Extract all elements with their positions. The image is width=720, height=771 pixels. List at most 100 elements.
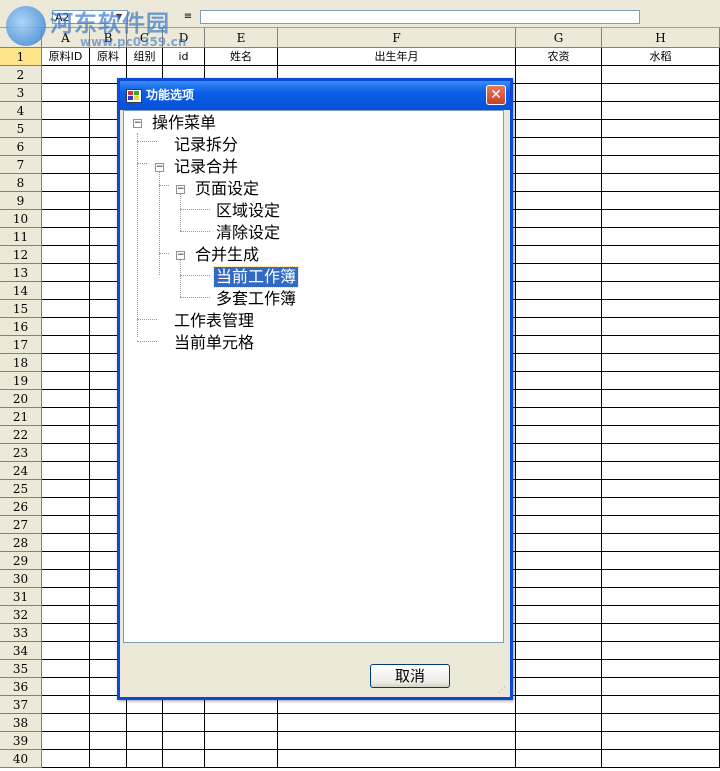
table-cell[interactable]	[42, 282, 90, 300]
row-header[interactable]: 28	[0, 534, 42, 552]
table-cell[interactable]	[602, 750, 720, 768]
table-cell[interactable]	[602, 426, 720, 444]
table-cell[interactable]	[516, 84, 602, 102]
table-cell[interactable]	[516, 606, 602, 624]
table-cell[interactable]	[205, 714, 278, 732]
table-cell[interactable]	[163, 732, 205, 750]
table-cell[interactable]	[516, 624, 602, 642]
column-header-g[interactable]: G	[516, 28, 602, 48]
table-cell[interactable]	[516, 678, 602, 696]
table-cell[interactable]	[516, 372, 602, 390]
row-header[interactable]: 36	[0, 678, 42, 696]
table-cell[interactable]	[602, 714, 720, 732]
collapse-icon[interactable]: −	[133, 119, 142, 128]
table-cell[interactable]	[602, 732, 720, 750]
table-cell[interactable]	[42, 426, 90, 444]
table-cell[interactable]	[42, 588, 90, 606]
table-cell[interactable]	[602, 138, 720, 156]
table-cell[interactable]	[42, 318, 90, 336]
table-cell[interactable]	[602, 462, 720, 480]
table-cell[interactable]	[42, 84, 90, 102]
table-cell[interactable]	[42, 390, 90, 408]
row-header[interactable]: 22	[0, 426, 42, 444]
row-header[interactable]: 21	[0, 408, 42, 426]
table-cell[interactable]	[516, 390, 602, 408]
table-cell[interactable]	[602, 642, 720, 660]
tree-item-merge-generate[interactable]: 合并生成	[193, 245, 261, 265]
dialog-titlebar[interactable]: 功能选项 ✕	[120, 81, 510, 110]
row-header[interactable]: 38	[0, 714, 42, 732]
column-header-c[interactable]: C	[127, 28, 163, 48]
table-cell[interactable]	[602, 408, 720, 426]
header-cell[interactable]: 姓名	[205, 48, 278, 66]
table-cell[interactable]	[602, 300, 720, 318]
table-cell[interactable]	[516, 660, 602, 678]
row-header[interactable]: 2	[0, 66, 42, 84]
table-cell[interactable]	[42, 138, 90, 156]
column-header-f[interactable]: F	[278, 28, 516, 48]
row-header[interactable]: 17	[0, 336, 42, 354]
table-cell[interactable]	[516, 156, 602, 174]
table-cell[interactable]	[602, 696, 720, 714]
table-cell[interactable]	[516, 192, 602, 210]
collapse-icon[interactable]: −	[155, 163, 164, 172]
table-cell[interactable]	[602, 66, 720, 84]
row-header[interactable]: 30	[0, 570, 42, 588]
table-cell[interactable]	[516, 498, 602, 516]
table-cell[interactable]	[516, 354, 602, 372]
cancel-button[interactable]: 取消	[370, 664, 450, 688]
table-cell[interactable]	[516, 282, 602, 300]
table-cell[interactable]	[516, 516, 602, 534]
table-cell[interactable]	[205, 750, 278, 768]
row-header[interactable]: 19	[0, 372, 42, 390]
table-cell[interactable]	[42, 300, 90, 318]
table-cell[interactable]	[42, 552, 90, 570]
table-cell[interactable]	[602, 606, 720, 624]
table-cell[interactable]	[42, 372, 90, 390]
table-cell[interactable]	[602, 390, 720, 408]
table-cell[interactable]	[42, 174, 90, 192]
row-header[interactable]: 25	[0, 480, 42, 498]
close-button[interactable]: ✕	[486, 85, 506, 105]
table-cell[interactable]	[42, 120, 90, 138]
table-cell[interactable]	[42, 462, 90, 480]
row-header[interactable]: 27	[0, 516, 42, 534]
table-cell[interactable]	[516, 588, 602, 606]
table-cell[interactable]	[42, 534, 90, 552]
table-cell[interactable]	[278, 732, 516, 750]
header-cell[interactable]: 出生年月	[278, 48, 516, 66]
table-cell[interactable]	[90, 750, 127, 768]
tree-item-merge[interactable]: 记录合并	[172, 157, 240, 177]
table-cell[interactable]	[602, 678, 720, 696]
row-header[interactable]: 20	[0, 390, 42, 408]
table-cell[interactable]	[90, 732, 127, 750]
table-cell[interactable]	[602, 354, 720, 372]
table-cell[interactable]	[42, 354, 90, 372]
table-cell[interactable]	[602, 84, 720, 102]
row-header[interactable]: 33	[0, 624, 42, 642]
column-header-h[interactable]: H	[602, 28, 720, 48]
table-cell[interactable]	[602, 498, 720, 516]
table-cell[interactable]	[42, 624, 90, 642]
table-cell[interactable]	[516, 264, 602, 282]
table-cell[interactable]	[516, 318, 602, 336]
table-cell[interactable]	[516, 426, 602, 444]
table-cell[interactable]	[602, 102, 720, 120]
row-header[interactable]: 31	[0, 588, 42, 606]
collapse-icon[interactable]: −	[176, 251, 185, 260]
table-cell[interactable]	[42, 660, 90, 678]
table-cell[interactable]	[42, 480, 90, 498]
table-cell[interactable]	[42, 264, 90, 282]
table-cell[interactable]	[42, 210, 90, 228]
table-cell[interactable]	[602, 624, 720, 642]
table-cell[interactable]	[42, 408, 90, 426]
table-cell[interactable]	[42, 498, 90, 516]
header-cell[interactable]: 组别	[127, 48, 163, 66]
table-cell[interactable]	[42, 66, 90, 84]
table-cell[interactable]	[42, 714, 90, 732]
table-cell[interactable]	[602, 318, 720, 336]
table-cell[interactable]	[205, 732, 278, 750]
row-header[interactable]: 35	[0, 660, 42, 678]
row-header[interactable]: 11	[0, 228, 42, 246]
table-cell[interactable]	[516, 66, 602, 84]
